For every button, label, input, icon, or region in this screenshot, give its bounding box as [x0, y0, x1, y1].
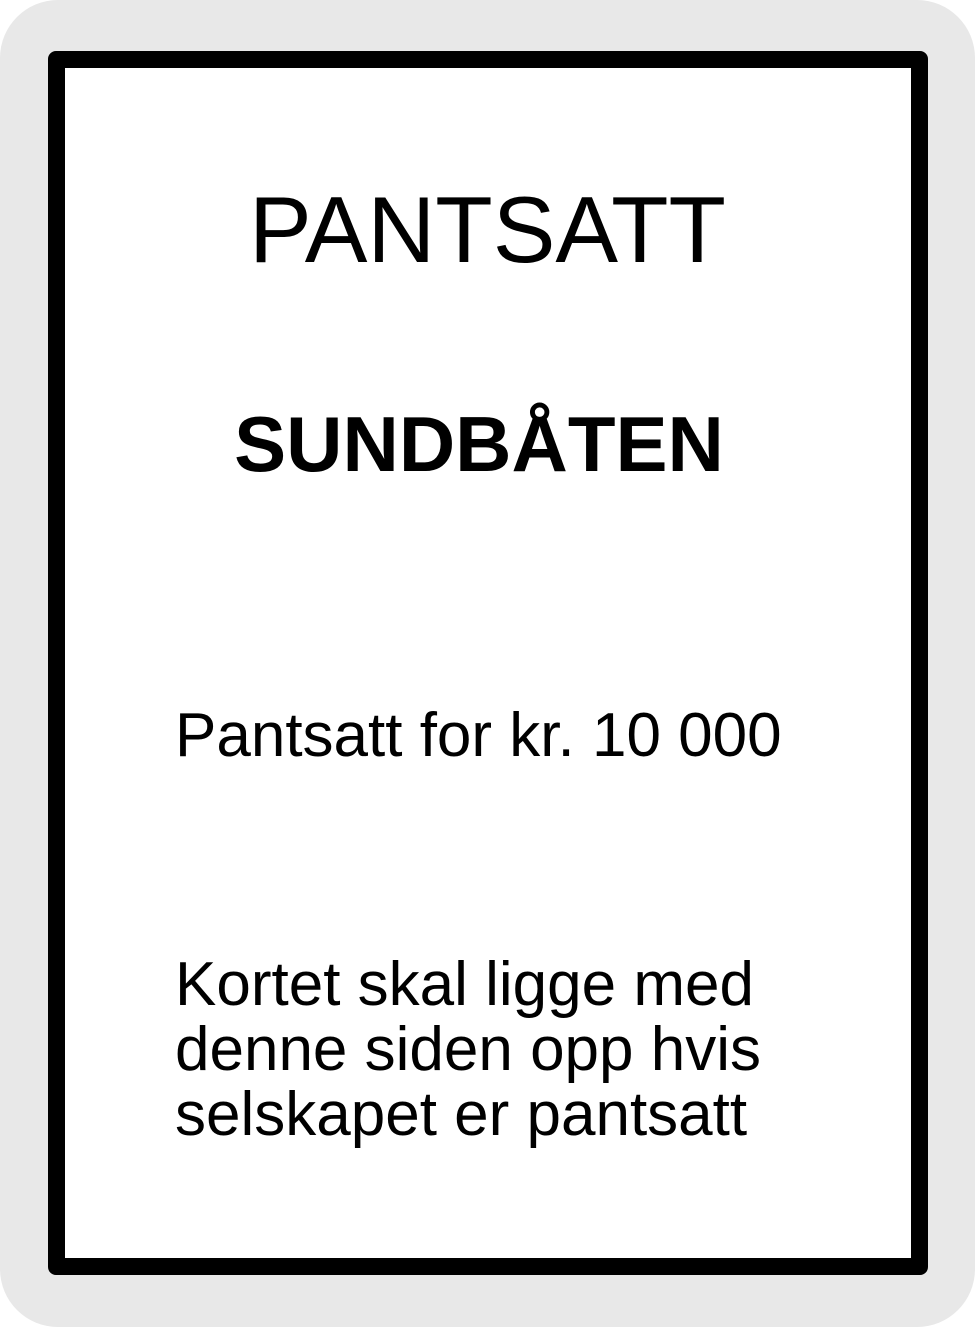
- instruction-line: denne siden opp hvis: [175, 1015, 762, 1084]
- mortgage-amount-text: Pantsatt for kr. 10 000: [175, 701, 782, 770]
- instruction-line: selskapet er pantsatt: [175, 1080, 748, 1149]
- property-name: SUNDBÅTEN: [234, 400, 724, 488]
- card-title: PANTSATT: [249, 177, 726, 282]
- card-instruction: Kortet skal ligge med denne siden opp hv…: [175, 952, 895, 1147]
- instruction-line: Kortet skal ligge med: [175, 950, 754, 1019]
